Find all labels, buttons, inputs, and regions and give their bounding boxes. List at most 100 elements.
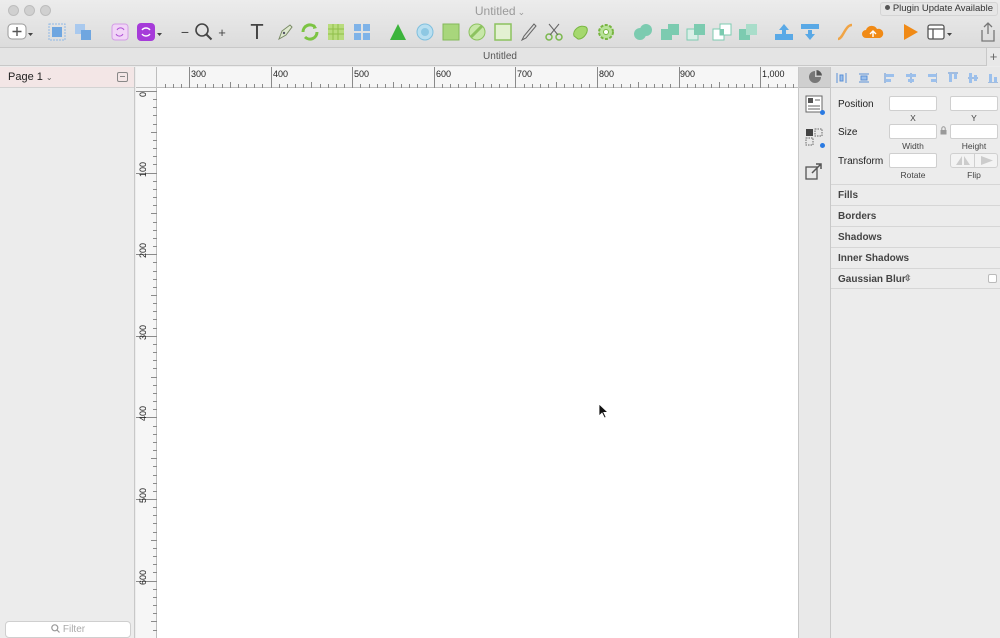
symbol-button[interactable] [110,20,130,44]
gaussian-blur-section[interactable]: Gaussian Blur ⇳ [831,268,1000,289]
scissors-tool-button[interactable] [543,20,565,44]
rotate-input[interactable] [889,153,937,168]
transform-label: Transform [838,156,884,167]
fills-section[interactable]: Fills [831,184,1000,205]
union-icon [634,24,652,40]
align-left-icon[interactable] [884,72,895,83]
share-button[interactable] [978,20,998,44]
settings-button[interactable] [595,20,617,44]
zoom-in-button[interactable]: + [216,20,228,44]
align-top-icon[interactable] [947,72,958,83]
align-middle-icon[interactable] [967,72,978,83]
difference-button[interactable] [710,20,734,44]
flip-vertical-icon[interactable] [976,154,998,167]
union-button[interactable] [631,20,655,44]
oval-tool-button[interactable] [466,20,488,44]
distribute-vertical-icon[interactable] [858,72,869,83]
horizontal-ruler[interactable]: 300 400 500 600 700 800 900 1,000 [157,67,798,88]
layer-filter-input[interactable]: Filter [5,621,131,638]
difference-icon [712,23,732,41]
tab-bar: Untitled + [0,48,1000,66]
tab-untitled[interactable]: Untitled [0,51,1000,62]
canvas[interactable] [157,88,798,638]
horizontal-ruler-ticks [165,67,794,88]
knife-tool-button[interactable] [518,20,538,44]
position-x-input[interactable] [889,96,937,111]
add-tab-button[interactable]: + [986,48,1000,66]
flatten-button[interactable] [736,20,760,44]
export-icon [775,24,793,40]
plugin-update-badge[interactable]: Plugin Update Available [879,2,998,16]
ruler-label: 600 [436,69,452,79]
ruler-label: 900 [680,69,696,79]
insert-button[interactable] [6,20,34,44]
gaussian-blur-section-title: Gaussian Blur [838,274,906,285]
export-button[interactable] [772,20,796,44]
refresh-button[interactable] [298,20,322,44]
ruler-label: 500 [354,69,370,79]
width-sublabel: Width [902,141,924,151]
gear-icon [598,24,614,40]
window-title-text: Untitled [474,4,516,18]
view-button[interactable] [926,20,954,44]
toggle-pages-button[interactable] [117,72,128,82]
ruler-label: 300 [138,324,148,340]
text-tool-button[interactable]: T [247,20,267,44]
shadows-section-title: Shadows [838,232,882,243]
circle-tool-button[interactable] [414,20,436,44]
ruler-label: 500 [138,487,148,503]
square-tool-button[interactable] [440,20,462,44]
export-tab-button[interactable] [805,162,825,182]
prototype-tab-button[interactable] [805,128,825,148]
inner-shadows-section[interactable]: Inner Shadows [831,247,1000,268]
grid-icon [328,24,344,40]
rectangle-tool-button[interactable] [492,20,514,44]
height-input[interactable] [950,124,998,139]
inner-shadows-section-title: Inner Shadows [838,253,910,264]
intersect-button[interactable] [684,20,708,44]
flip-horizontal-icon[interactable] [952,154,974,167]
window-title[interactable]: Untitled ⌄ [0,4,1000,18]
chevron-down-icon: ⌄ [45,73,53,82]
ungroup-button[interactable] [72,20,94,44]
create-symbol-icon [137,23,162,41]
align-center-icon[interactable] [905,72,916,83]
zoom-button[interactable] [193,20,215,44]
width-input[interactable] [889,124,937,139]
zoom-out-button[interactable]: − [180,20,190,44]
lock-icon[interactable] [940,126,947,135]
create-symbol-button[interactable] [136,20,162,44]
blob-tool-button[interactable] [569,20,591,44]
triangle-tool-button[interactable] [387,20,409,44]
align-bottom-icon[interactable] [987,72,998,83]
cloud-icon [862,25,884,38]
grid-button[interactable] [326,20,346,44]
import-button[interactable] [798,20,822,44]
ruler-label: 400 [273,69,289,79]
blur-enable-checkbox[interactable] [988,274,997,283]
symbol-icon [111,23,129,41]
layout-button[interactable] [351,20,373,44]
insert-icon [7,23,33,40]
inspector-panel: Position X Y Size Width Height Transform… [831,67,1000,638]
borders-section-title: Borders [838,211,877,222]
subtract-button[interactable] [658,20,682,44]
style-tab-button[interactable] [805,95,825,115]
notice-dot-icon [884,5,890,10]
borders-section[interactable]: Borders [831,205,1000,226]
group-button[interactable] [46,20,68,44]
page-selector[interactable]: Page 1 ⌄ [8,71,53,83]
triangle-icon [390,24,406,40]
shadows-section[interactable]: Shadows [831,226,1000,247]
vertical-ruler[interactable]: 0 100 200 300 400 500 600 [136,88,157,638]
cloud-button[interactable] [860,20,886,44]
page-selector-label: Page 1 [8,71,43,83]
pen-tool-button[interactable] [274,20,296,44]
align-right-icon[interactable] [926,72,937,83]
position-y-input[interactable] [950,96,998,111]
chevron-up-down-icon[interactable]: ⇳ [904,273,912,284]
curve-button[interactable] [834,20,856,44]
preview-button[interactable] [899,20,921,44]
subtract-icon [661,24,679,40]
distribute-horizontal-icon[interactable] [836,72,847,83]
